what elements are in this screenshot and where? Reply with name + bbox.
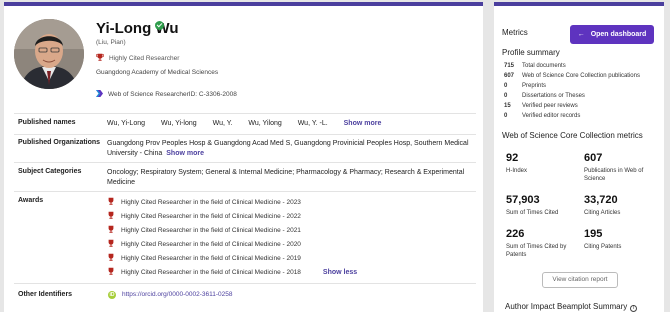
trophy-icon xyxy=(108,197,114,205)
published-names: Wu, Yi-Long Wu, Yi-long Wu, Y. Wu, Yilon… xyxy=(107,119,381,129)
wos-logo-icon xyxy=(96,90,103,97)
metric-label: Citing Articles xyxy=(584,210,621,216)
subject-categories-label: Subject Categories xyxy=(18,168,82,175)
award-text: Highly Cited Researcher in the field of … xyxy=(121,199,301,206)
award-item: Highly Cited Researcher in the field of … xyxy=(107,253,301,262)
badge-label: Highly Cited Researcher xyxy=(109,55,180,62)
metric-label: Publications in Web of Science xyxy=(584,168,644,182)
profile-name: Yi-Long Wu xyxy=(96,20,179,37)
summary-value: 15 xyxy=(504,103,511,109)
summary-row: 15 Verified peer reviews xyxy=(504,103,578,109)
published-name: Wu, Yi-long xyxy=(160,120,197,127)
affiliation: Guangdong Academy of Medical Sciences xyxy=(96,69,219,76)
orcid-icon: iD xyxy=(108,291,116,299)
arrow-left-icon: ← xyxy=(577,31,585,38)
summary-row: 0 Verified editor records xyxy=(504,113,580,119)
divider xyxy=(14,162,476,163)
show-more-names-link[interactable]: Show more xyxy=(344,120,382,127)
categories-line: Medicine xyxy=(107,179,136,186)
award-text: Highly Cited Researcher in the field of … xyxy=(121,227,301,234)
categories-line: Oncology; Respiratory System; General & … xyxy=(107,169,465,176)
summary-value: 0 xyxy=(504,93,508,99)
metrics-title: Metrics xyxy=(502,28,528,37)
award-text: Highly Cited Researcher in the field of … xyxy=(121,269,301,276)
trophy-icon xyxy=(108,267,114,275)
award-text: Highly Cited Researcher in the field of … xyxy=(121,255,301,262)
open-dashboard-button[interactable]: ← Open dashboard xyxy=(570,25,654,44)
award-item: Highly Cited Researcher in the field of … xyxy=(107,239,301,248)
summary-value: 607 xyxy=(504,73,515,79)
published-orgs: Guangdong Prov Peoples Hosp & Guangdong … xyxy=(107,139,469,159)
info-icon[interactable]: i xyxy=(630,305,638,312)
summary-label: Verified editor records xyxy=(522,113,581,119)
alternate-name: (Liu, Pian) xyxy=(96,39,126,46)
trophy-icon xyxy=(108,253,114,261)
metric-value: 33,720 xyxy=(584,194,618,206)
summary-row: 0 Dissertations or Theses xyxy=(504,93,585,99)
summary-row: 0 Preprints xyxy=(504,83,546,89)
metric-value: 226 xyxy=(506,228,525,240)
published-orgs-label: Published Organizations xyxy=(18,139,101,146)
metric-value: 607 xyxy=(584,152,603,164)
award-text: Highly Cited Researcher in the field of … xyxy=(121,213,301,220)
divider xyxy=(14,134,476,135)
profile-card: Yi-Long Wu (Liu, Pian) Highly Cited Rese… xyxy=(4,2,483,312)
summary-label: Verified peer reviews xyxy=(522,103,578,109)
researcher-id-text: Web of Science ResearcherID: C-3306-2008 xyxy=(108,91,237,98)
summary-label: Web of Science Core Collection publicati… xyxy=(522,73,640,79)
summary-label: Total documents xyxy=(522,63,566,69)
divider xyxy=(14,113,476,114)
other-identifiers-label: Other Identifiers xyxy=(18,291,73,298)
divider xyxy=(14,191,476,192)
summary-value: 715 xyxy=(504,63,515,69)
summary-row: 607 Web of Science Core Collection public… xyxy=(504,73,640,79)
show-more-orgs-link[interactable]: Show more xyxy=(166,150,204,157)
trophy-icon xyxy=(108,211,114,219)
divider xyxy=(14,283,476,284)
summary-value: 0 xyxy=(504,113,508,119)
researcher-id: Web of Science ResearcherID: C-3306-2008 xyxy=(96,90,237,98)
beamplot-title: Author Impact Beamplot Summary xyxy=(505,302,628,311)
highly-cited-badge: Highly Cited Researcher xyxy=(96,53,179,62)
award-item: Highly Cited Researcher in the field of … xyxy=(107,225,301,234)
award-item: Highly Cited Researcher in the field of … xyxy=(107,267,357,276)
view-citation-report-button[interactable]: View citation report xyxy=(542,272,618,288)
metric-value: 57,903 xyxy=(506,194,540,206)
verified-check-icon xyxy=(155,21,164,30)
summary-row: 715 Total documents xyxy=(504,63,566,69)
award-text: Highly Cited Researcher in the field of … xyxy=(121,241,301,248)
award-item: Highly Cited Researcher in the field of … xyxy=(107,197,301,206)
published-name: Wu, Y. -L. xyxy=(297,120,328,127)
orgs-line: University - China Show more xyxy=(107,149,469,159)
published-name: Wu, Yi-Long xyxy=(107,120,146,127)
metric-label: Citing Patents xyxy=(584,244,622,250)
wos-metrics-title: Web of Science Core Collection metrics xyxy=(502,131,643,140)
trophy-icon xyxy=(96,53,104,61)
metric-value: 92 xyxy=(506,152,519,164)
show-less-awards-link[interactable]: Show less xyxy=(323,269,357,276)
summary-label: Preprints xyxy=(522,83,547,89)
avatar xyxy=(14,19,84,89)
subject-categories: Oncology; Respiratory System; General & … xyxy=(107,168,464,188)
orgs-line: Guangdong Prov Peoples Hosp & Guangdong … xyxy=(107,140,469,147)
awards-label: Awards xyxy=(18,197,44,204)
orcid-link[interactable]: https://orcid.org/0000-0002-3611-0258 xyxy=(122,291,232,298)
trophy-icon xyxy=(108,225,114,233)
beamplot-summary: Author Impact Beamplot Summary i xyxy=(505,302,638,312)
published-name: Wu, Yilong xyxy=(248,120,282,127)
metrics-sidebar: Metrics ← Open dashboard Profile summary … xyxy=(494,2,664,312)
published-name: Wu, Y. xyxy=(212,120,233,127)
profile-summary-title: Profile summary xyxy=(502,48,560,57)
open-dashboard-label: Open dashboard xyxy=(590,31,647,38)
summary-value: 0 xyxy=(504,83,508,89)
trophy-icon xyxy=(108,239,114,247)
published-names-label: Published names xyxy=(18,119,76,126)
metric-label: Sum of Times Cited by Patents xyxy=(506,244,567,258)
metric-label: Sum of Times Cited xyxy=(506,210,559,216)
summary-label: Dissertations or Theses xyxy=(522,93,585,99)
orgs-line-end: University - China xyxy=(107,150,163,157)
metric-label: H-Index xyxy=(506,168,528,174)
award-item: Highly Cited Researcher in the field of … xyxy=(107,211,301,220)
metric-value: 195 xyxy=(584,228,603,240)
